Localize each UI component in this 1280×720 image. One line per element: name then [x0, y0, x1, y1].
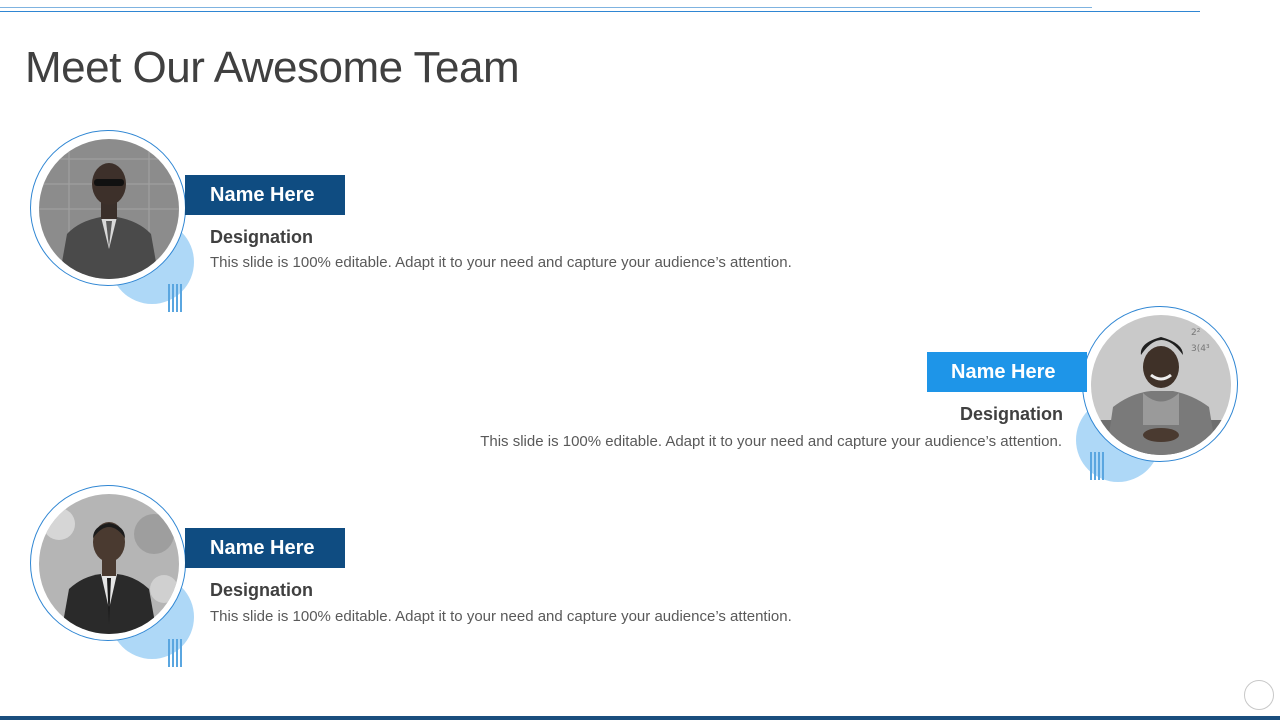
member-description: This slide is 100% editable. Adapt it to…	[210, 254, 792, 271]
bottom-bar	[0, 716, 1280, 720]
member-photo	[39, 494, 179, 634]
photo-frame	[30, 485, 186, 641]
member-photo-group	[28, 128, 198, 312]
member-description: This slide is 100% editable. Adapt it to…	[480, 433, 1062, 450]
member-photo-group	[28, 483, 198, 667]
team-member-card: Name Here Designation This slide is 100%…	[0, 475, 1280, 667]
photo-frame: 2² 3(4³	[1082, 306, 1238, 462]
corner-circle-marker	[1244, 680, 1274, 710]
member-designation: Designation	[210, 580, 314, 600]
stripes-decoration	[168, 639, 184, 667]
member-designation: Designation	[210, 227, 314, 247]
member-photo: 2² 3(4³	[1091, 315, 1231, 455]
page-title: Meet Our Awesome Team	[25, 43, 520, 93]
team-member-card: Name Here Designation This slide is 100%…	[0, 120, 1280, 312]
svg-text:3(4³: 3(4³	[1191, 344, 1210, 354]
team-member-card: 2² 3(4³ Name Here Designation This slide…	[0, 298, 1280, 482]
member-photo-group: 2² 3(4³	[1074, 306, 1244, 486]
member-name-label: Name Here	[185, 175, 345, 215]
member-name-label: Name Here	[927, 352, 1087, 392]
member-name-label: Name Here	[185, 528, 345, 568]
member-designation: Designation	[959, 404, 1063, 424]
top-decorative-line	[0, 11, 1200, 12]
member-description: This slide is 100% editable. Adapt it to…	[210, 608, 792, 625]
top-decorative-line	[0, 7, 1092, 8]
photo-frame	[30, 130, 186, 286]
svg-text:2²: 2²	[1191, 328, 1201, 338]
member-photo	[39, 139, 179, 279]
